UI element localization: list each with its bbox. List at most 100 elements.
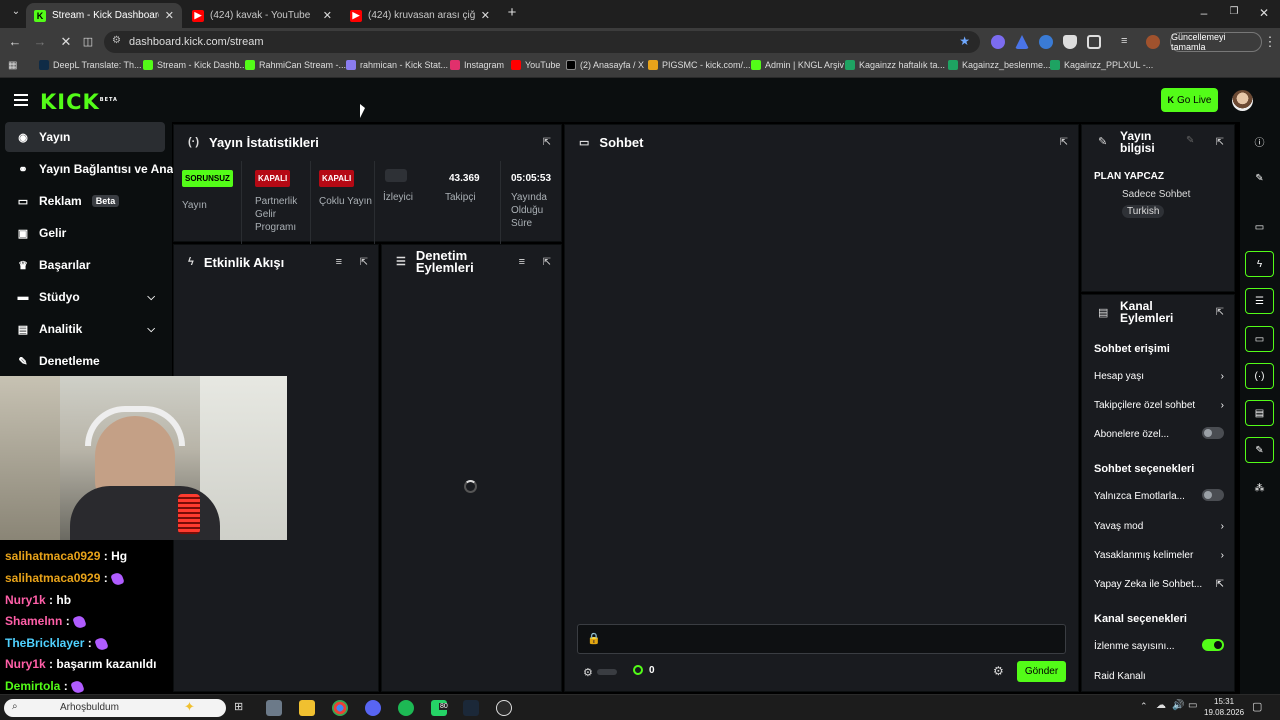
bookmark-item[interactable]: Kagainzz_beslenme... [948, 60, 1051, 70]
emote-only-toggle[interactable] [1202, 489, 1224, 501]
view-count-toggle[interactable] [1202, 639, 1224, 651]
volume-icon[interactable]: 🔊 [1172, 700, 1184, 711]
sidebar-item-analitik[interactable]: ▤ Analitik ⌵ [5, 314, 165, 344]
tab-youtube-kavak[interactable]: ▶ (424) kavak - YouTube ✕ [184, 3, 340, 28]
subs-only-toggle[interactable] [1202, 427, 1224, 439]
minimize-icon[interactable]: – [1194, 6, 1214, 20]
followers-only-row[interactable]: Takipçilere özel sohbet › [1094, 400, 1224, 411]
filter-icon[interactable]: ≡ [336, 256, 342, 268]
steam-icon[interactable] [463, 700, 479, 716]
popout-icon[interactable]: ⇱ [1216, 137, 1224, 148]
sidebar-item-reklam[interactable]: ▭ Reklam Beta [5, 186, 165, 216]
task-view-icon[interactable]: ⊞ [234, 700, 243, 713]
tab-youtube-kruvasan[interactable]: ▶ (424) kruvasan arası çiğ köfte m ✕ [342, 3, 498, 28]
popout-icon[interactable]: ⇱ [1216, 307, 1224, 318]
hamburger-menu-icon[interactable] [14, 94, 28, 106]
channel-icon[interactable]: ▤ [1245, 400, 1274, 426]
profile-avatar-icon[interactable] [1146, 35, 1160, 49]
close-icon[interactable]: ✕ [481, 9, 490, 22]
tab-search-icon[interactable]: ⌄ [6, 6, 26, 17]
settings-gear-icon[interactable]: ⚙ [583, 666, 593, 679]
lightning-icon[interactable]: ϟ [1245, 251, 1274, 277]
sidepanel-icon[interactable]: ◫ [80, 34, 96, 50]
list-icon[interactable]: ☰ [1245, 288, 1274, 314]
sidebar-item-basarilar[interactable]: ♛ Başarılar [5, 250, 165, 280]
stop-icon[interactable]: ✕ [58, 34, 74, 50]
discord-icon[interactable] [365, 700, 381, 716]
kick-logo[interactable]: KICKBETA [40, 90, 118, 114]
bookmark-item[interactable]: rahmican - Kick Stat... [346, 60, 448, 70]
chrome-icon[interactable] [332, 700, 348, 716]
connections-icon[interactable]: ⁂ [1245, 475, 1274, 501]
address-bar[interactable]: ⚙ dashboard.kick.com/stream ★ [104, 31, 980, 53]
bookmark-item[interactable]: Stream - Kick Dashb... [143, 60, 247, 70]
chat-input[interactable]: 🔒 [577, 624, 1066, 654]
media-icon[interactable]: ≡ [1121, 35, 1135, 49]
bookmark-item[interactable]: PIGSMC - kick.com/... [648, 60, 751, 70]
raid-row[interactable]: Raid Kanalı [1094, 671, 1224, 682]
edit-icon[interactable]: ✎ [1245, 165, 1274, 191]
tray-app-icon[interactable]: ☁ [1156, 700, 1166, 711]
banned-words-row[interactable]: Yasaklanmış kelimeler › [1094, 550, 1224, 561]
extensions-puzzle-icon[interactable] [1087, 35, 1101, 49]
go-live-button[interactable]: K Go Live [1161, 88, 1218, 112]
account-age-row[interactable]: Hesap yaşı › [1094, 371, 1224, 382]
close-window-icon[interactable]: ✕ [1254, 6, 1274, 20]
bookmark-item[interactable]: Admin | KNGL Arşiv [751, 60, 844, 70]
vpn-extension-icon[interactable] [1015, 35, 1029, 49]
chat-bubble-icon[interactable]: ▭ [1245, 326, 1274, 352]
bookmark-item[interactable]: YouTube [511, 60, 560, 70]
notifications-icon[interactable]: ▢ [1252, 700, 1262, 713]
whatsapp-icon[interactable]: 80 [431, 700, 449, 716]
bookmark-item[interactable]: Instagram [450, 60, 504, 70]
sidebar-item-yayin[interactable]: ◉ Yayın [5, 122, 165, 152]
shield-icon[interactable] [1063, 35, 1077, 49]
forward-icon[interactable]: → [32, 34, 48, 50]
bookmark-label: Kagainzz_PPLXUL -... [1064, 60, 1154, 70]
sidebar-item-stream-key[interactable]: ⚭ Yayın Bağlantısı ve Anahtar [5, 154, 196, 184]
tray-chevron-icon[interactable]: ⌃ [1140, 701, 1148, 712]
network-icon[interactable]: ▭ [1188, 700, 1197, 711]
bookmark-item[interactable]: Kagainzz haftalık ta... [845, 60, 945, 70]
bookmark-star-icon[interactable]: ★ [959, 34, 970, 48]
restore-icon[interactable]: ❐ [1224, 6, 1244, 17]
close-icon[interactable]: ✕ [165, 9, 174, 22]
chat-settings-icon[interactable]: ⚙ [993, 664, 1004, 678]
apps-grid-icon[interactable]: ▦ [8, 60, 17, 71]
file-explorer-app-icon[interactable] [266, 700, 282, 716]
bookmark-item[interactable]: RahmiCan Stream -... [245, 60, 346, 70]
spotify-icon[interactable] [398, 700, 414, 716]
obs-icon[interactable] [496, 700, 512, 716]
translate-extension-icon[interactable] [1039, 35, 1053, 49]
back-icon[interactable]: ← [7, 34, 23, 50]
sidebar-item-studyo[interactable]: ▬ Stüdyo ⌵ [5, 282, 165, 312]
popout-icon[interactable]: ⇱ [543, 257, 551, 268]
filter-icon[interactable]: ≡ [519, 256, 525, 268]
ad-icon[interactable]: ▭ [1245, 214, 1274, 240]
send-button[interactable]: Gönder [1017, 661, 1066, 682]
tab-kick-dashboard[interactable]: K Stream - Kick Dashboard ✕ [26, 3, 182, 28]
slow-mode-row[interactable]: Yavaş mod › [1094, 521, 1224, 532]
popout-icon[interactable]: ⇱ [543, 137, 551, 148]
ai-chat-row[interactable]: Yapay Zeka ile Sohbet... ⇱ [1094, 579, 1224, 590]
site-info-icon[interactable]: ⚙ [112, 35, 121, 46]
info-icon[interactable]: ⓘ [1245, 128, 1274, 154]
update-button[interactable]: Güncellemeyi tamamla [1170, 32, 1262, 52]
wrench-icon[interactable]: ✎ [1245, 437, 1274, 463]
popout-icon[interactable]: ⇱ [1060, 137, 1068, 148]
popout-icon[interactable]: ⇱ [360, 257, 368, 268]
sidebar-item-denetleme[interactable]: ✎ Denetleme [5, 346, 165, 376]
taskbar-search[interactable]: ⌕ Arhoşbuldum ✦ [4, 699, 226, 717]
folder-icon[interactable] [299, 700, 315, 716]
bookmark-item[interactable]: (2) Anasayfa / X [566, 60, 644, 70]
avatar[interactable] [1232, 90, 1253, 111]
extension-icon[interactable] [991, 35, 1005, 49]
bookmark-item[interactable]: DeepL Translate: Th... [39, 60, 142, 70]
sidebar-item-gelir[interactable]: ▣ Gelir [5, 218, 165, 248]
close-icon[interactable]: ✕ [323, 9, 332, 22]
bookmark-item[interactable]: Kagainzz_PPLXUL -... [1050, 60, 1153, 70]
edit-pencil-icon[interactable]: ✎ [1186, 135, 1194, 146]
menu-kebab-icon[interactable]: ⋮ [1262, 34, 1278, 50]
new-tab-icon[interactable]: + [502, 4, 522, 21]
broadcast-icon[interactable]: (·) [1245, 363, 1274, 389]
